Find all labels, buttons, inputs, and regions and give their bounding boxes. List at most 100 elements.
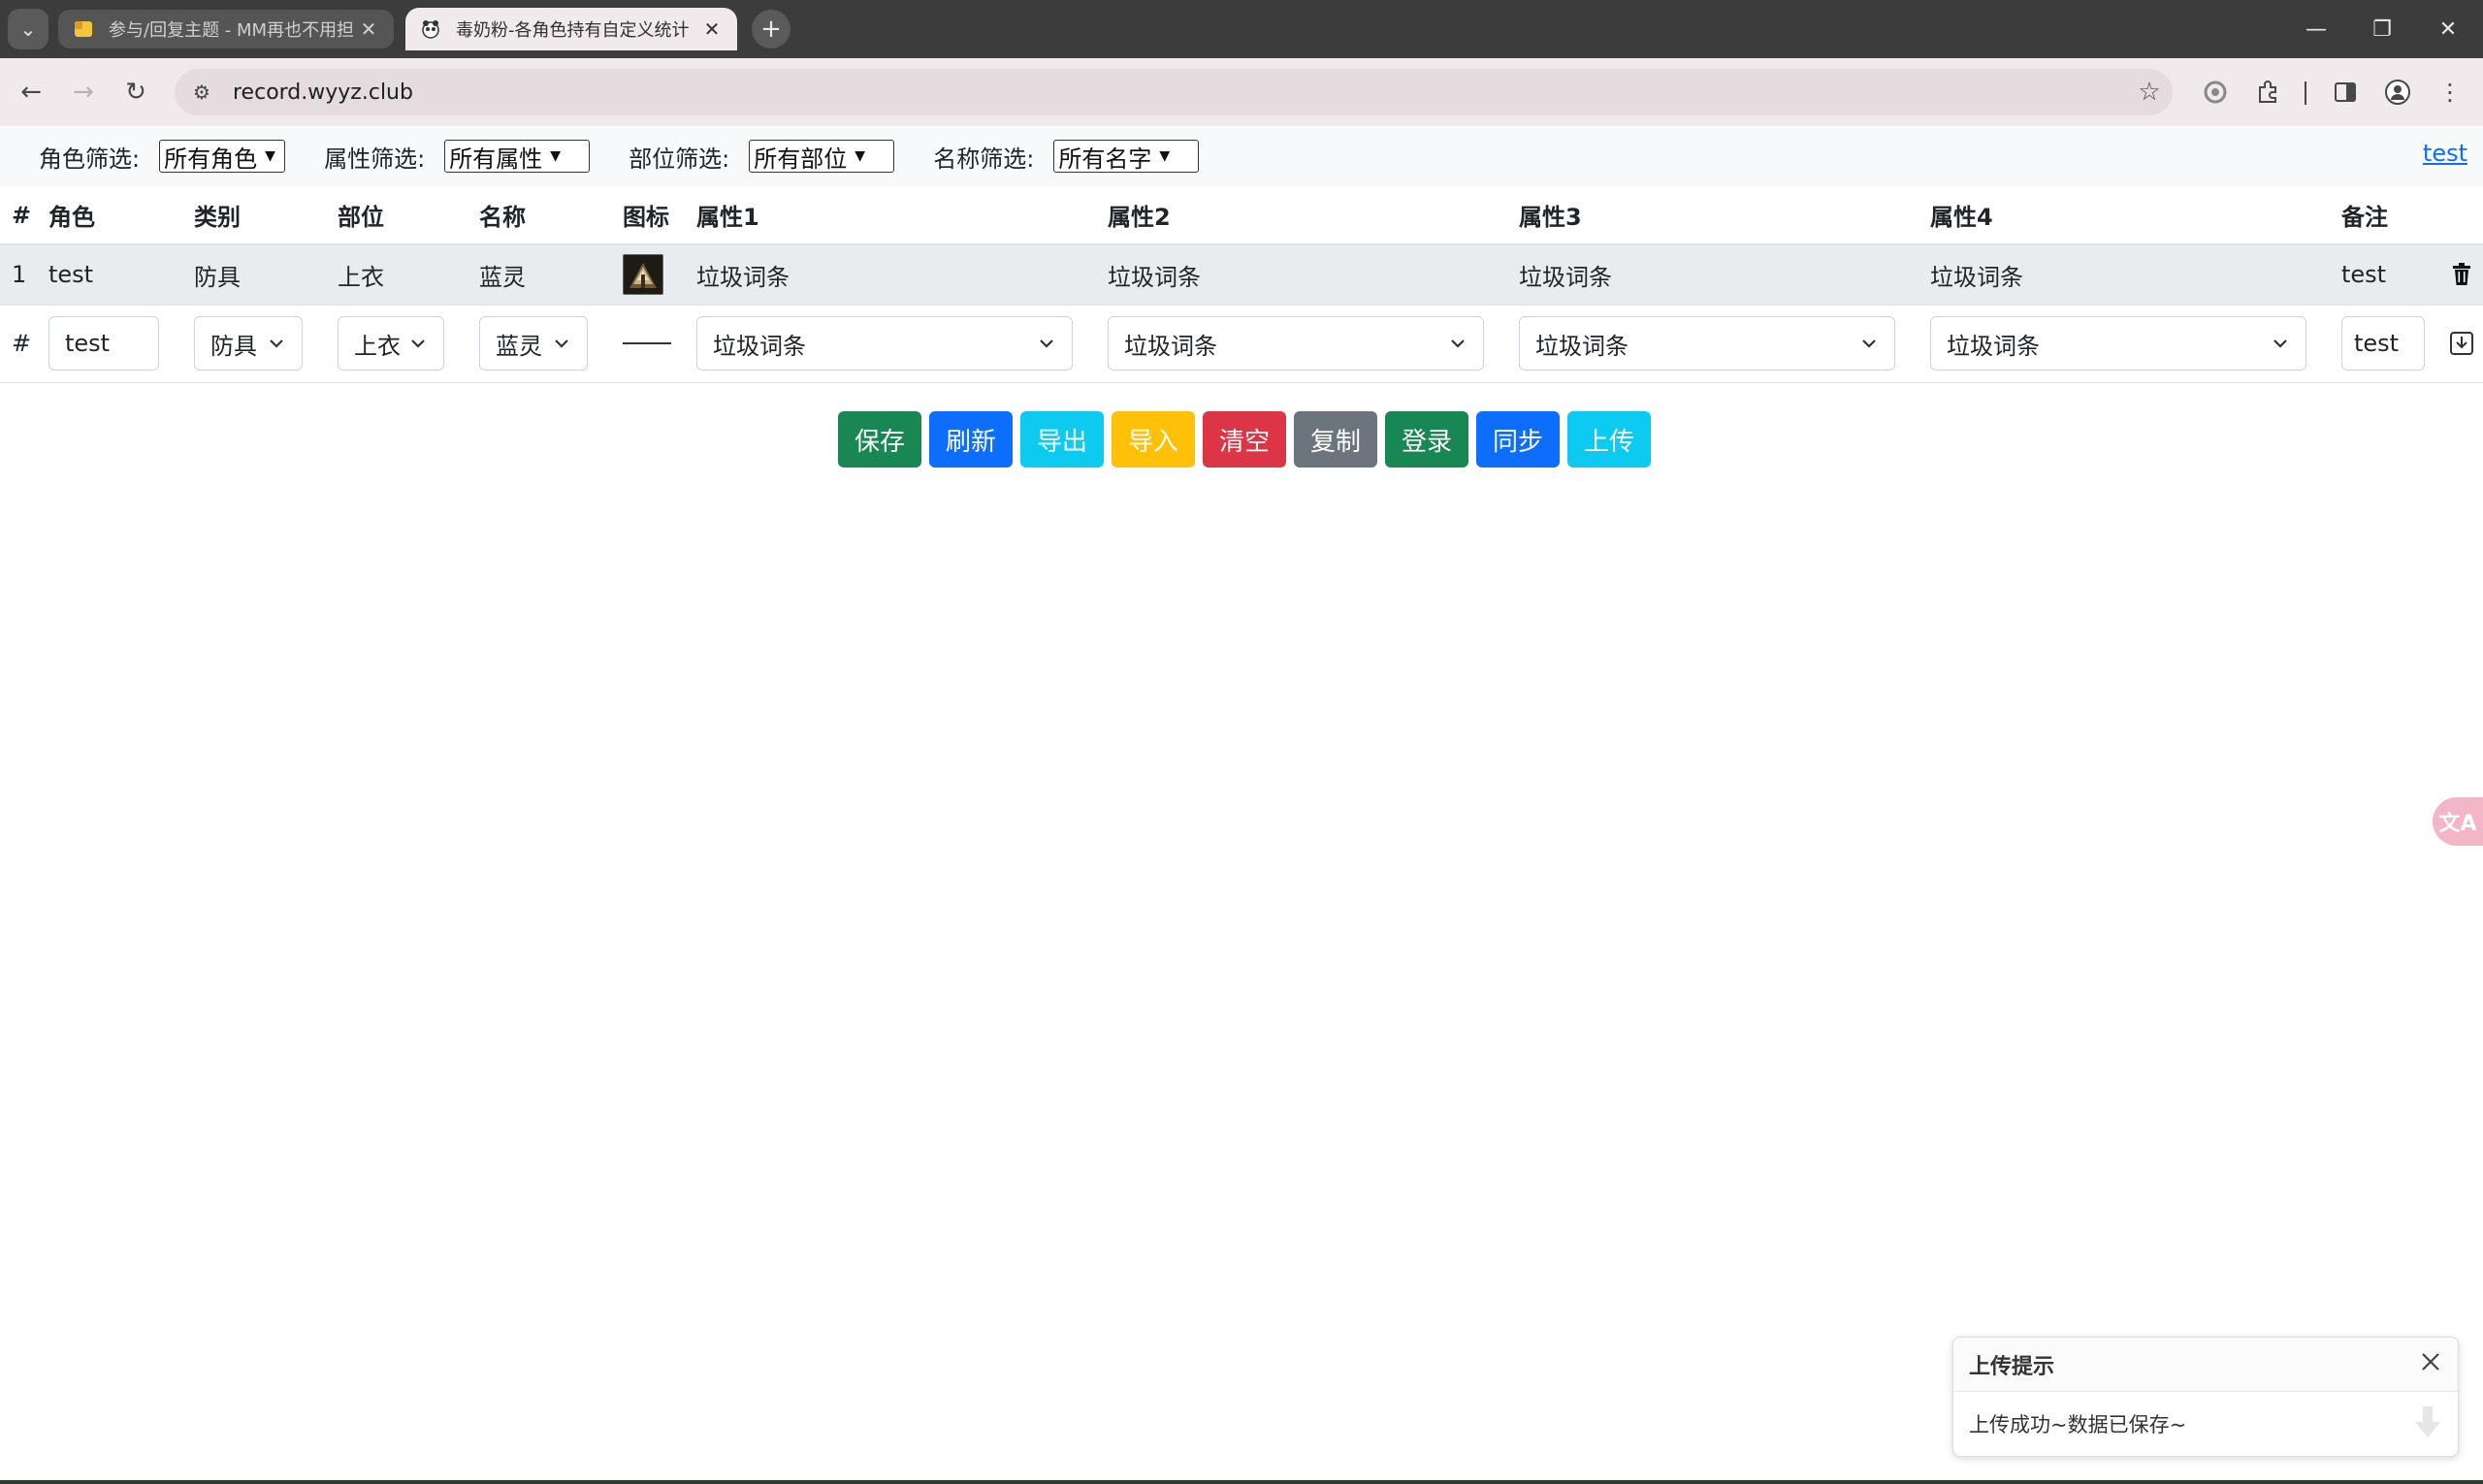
- name-select[interactable]: 蓝灵: [479, 316, 588, 371]
- note-input[interactable]: test: [2341, 316, 2425, 371]
- address-bar[interactable]: ⚙ record.wyyz.club ☆: [175, 69, 2173, 115]
- row-attr4: 垃圾词条: [1919, 244, 2330, 306]
- copy-button[interactable]: 复制: [1294, 411, 1377, 468]
- edit-attr2-cell: 垃圾词条: [1096, 305, 1507, 383]
- table-row: 1 test 防具 上衣 蓝灵 垃圾词条 垃圾词条 垃圾词条 垃圾词条 test: [0, 244, 2483, 306]
- panda-favicon-icon: [419, 17, 442, 41]
- attr1-select[interactable]: 垃圾词条: [696, 316, 1073, 371]
- chevron-down-icon: [2273, 339, 2287, 348]
- edit-attr3-cell: 垃圾词条: [1507, 305, 1919, 383]
- row-slot: 上衣: [326, 244, 468, 306]
- back-button[interactable]: ←: [12, 73, 50, 112]
- taskbar-edge: [0, 1480, 2483, 1484]
- translate-icon: 文A: [2438, 812, 2477, 836]
- name-filter-select[interactable]: 所有名字 ▼: [1053, 140, 1200, 173]
- tab-title: 参与/回复主题 - MM再也不用担: [109, 20, 355, 41]
- arrow-right-icon: →: [73, 78, 94, 107]
- extension-circle-icon[interactable]: [2196, 73, 2235, 112]
- refresh-button[interactable]: 刷新: [929, 411, 1013, 468]
- col-header-category: 类别: [182, 186, 326, 245]
- delete-row-button[interactable]: [2448, 261, 2475, 288]
- row-attr3: 垃圾词条: [1507, 244, 1919, 306]
- reload-icon: ↻: [125, 78, 146, 107]
- filter-label: 属性筛选:: [324, 145, 426, 173]
- toast-header: 上传提示: [1953, 1338, 2458, 1392]
- sync-button[interactable]: 同步: [1476, 411, 1560, 468]
- user-link[interactable]: test: [2423, 140, 2467, 167]
- attr3-select[interactable]: 垃圾词条: [1519, 316, 1895, 371]
- filter-name: 名称筛选: 所有名字 ▼: [933, 140, 1200, 174]
- translate-widget[interactable]: 文A: [2433, 797, 2483, 846]
- page-content: 角色筛选: 所有角色 ▼ 属性筛选: 所有属性 ▼ 部位筛选: 所有部位 ▼ 名…: [0, 126, 2483, 1484]
- row-icon-cell: [611, 244, 685, 306]
- attr2-select[interactable]: 垃圾词条: [1108, 316, 1484, 371]
- filter-attribute: 属性筛选: 所有属性 ▼: [324, 140, 591, 174]
- role-filter-select[interactable]: 所有角色 ▼: [159, 140, 286, 173]
- minimize-icon: —: [2306, 16, 2327, 42]
- chevron-down-icon: ▼: [1159, 148, 1171, 164]
- filter-role: 角色筛选: 所有角色 ▼: [39, 140, 286, 174]
- site-info-icon[interactable]: ⚙: [180, 75, 223, 110]
- filter-label: 部位筛选:: [629, 145, 730, 173]
- col-header-slot: 部位: [326, 186, 468, 245]
- row-attr2: 垃圾词条: [1096, 244, 1507, 306]
- browser-tab-record[interactable]: 毒奶粉-各角色持有自定义统计 ✕: [405, 8, 737, 50]
- toast-close-button[interactable]: [2419, 1350, 2442, 1379]
- close-icon[interactable]: ✕: [700, 17, 724, 41]
- trash-icon: [2453, 263, 2470, 286]
- browser-tab-forum[interactable]: 参与/回复主题 - MM再也不用担 ✕: [58, 10, 394, 48]
- extensions-puzzle-icon[interactable]: [2248, 73, 2287, 112]
- close-icon: [2422, 1352, 2439, 1371]
- tab-search-button[interactable]: ⌄: [8, 9, 48, 49]
- minimize-button[interactable]: —: [2287, 0, 2345, 58]
- edit-icon-cell: [611, 305, 685, 383]
- export-button[interactable]: 导出: [1020, 411, 1104, 468]
- restore-button[interactable]: ❐: [2353, 0, 2411, 58]
- upload-button[interactable]: 上传: [1567, 411, 1651, 468]
- save-row-icon: [2450, 332, 2473, 355]
- filter-slot: 部位筛选: 所有部位 ▼: [629, 140, 895, 174]
- arrow-left-icon: ←: [20, 78, 42, 107]
- toast-message: 上传成功~数据已保存~: [1969, 1413, 2187, 1436]
- close-window-button[interactable]: ✕: [2419, 0, 2477, 58]
- col-header-attr2: 属性2: [1096, 186, 1507, 245]
- new-tab-button[interactable]: +: [752, 10, 790, 48]
- star-icon[interactable]: ☆: [2126, 78, 2173, 107]
- slot-select[interactable]: 上衣: [338, 316, 444, 371]
- menu-kebab-icon[interactable]: ⋮: [2431, 73, 2469, 112]
- import-button[interactable]: 导入: [1112, 411, 1195, 468]
- chevron-down-icon: ▼: [265, 148, 275, 164]
- chevron-down-icon: [1451, 339, 1465, 348]
- add-row-button[interactable]: [2448, 330, 2475, 357]
- forward-button[interactable]: →: [64, 73, 103, 112]
- toolbar-divider: [2305, 81, 2306, 105]
- upload-toast: 上传提示 上传成功~数据已保存~: [1952, 1337, 2459, 1457]
- col-header-note: 备注: [2330, 186, 2436, 245]
- attribute-filter-select[interactable]: 所有属性 ▼: [444, 140, 591, 173]
- col-header-role: 角色: [37, 186, 182, 245]
- new-record-row: # test 防具 上衣 蓝灵 垃圾词条 垃圾词条 垃圾词条 垃圾词条 test: [0, 305, 2483, 383]
- save-button[interactable]: 保存: [838, 411, 921, 468]
- role-input[interactable]: test: [48, 316, 159, 371]
- reload-button[interactable]: ↻: [116, 73, 155, 112]
- forum-favicon-icon: [72, 17, 95, 41]
- edit-role-cell: test: [37, 305, 182, 383]
- tab-title: 毒奶粉-各角色持有自定义统计: [456, 20, 690, 41]
- chevron-down-icon: [1040, 339, 1053, 348]
- restore-icon: ❐: [2372, 16, 2392, 42]
- login-button[interactable]: 登录: [1385, 411, 1468, 468]
- profile-avatar-icon[interactable]: [2378, 73, 2417, 112]
- slot-filter-select[interactable]: 所有部位 ▼: [749, 140, 895, 173]
- col-header-icon: 图标: [611, 186, 685, 245]
- attr4-select[interactable]: 垃圾词条: [1930, 316, 2306, 371]
- close-icon[interactable]: ✕: [357, 17, 380, 41]
- url-text[interactable]: record.wyyz.club: [233, 81, 2126, 105]
- clear-button[interactable]: 清空: [1203, 411, 1286, 468]
- plus-icon: +: [760, 15, 782, 44]
- toast-title: 上传提示: [1969, 1354, 2055, 1379]
- category-select[interactable]: 防具: [194, 316, 303, 371]
- col-header-name: 名称: [468, 186, 611, 245]
- action-button-bar: 保存 刷新 导出 导入 清空 复制 登录 同步 上传: [838, 411, 1651, 468]
- icon-placeholder-dash: [623, 342, 671, 344]
- side-panel-icon[interactable]: [2326, 73, 2365, 112]
